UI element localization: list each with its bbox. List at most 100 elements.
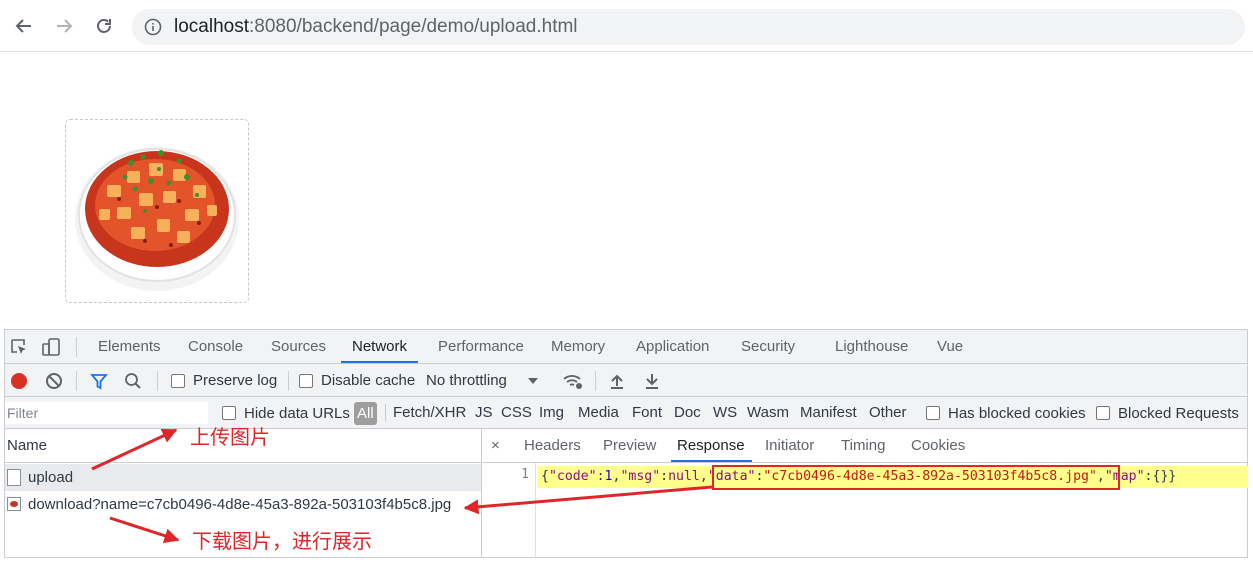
filter-type-other[interactable]: Other	[869, 397, 907, 429]
close-icon[interactable]: ×	[491, 429, 500, 463]
request-row-download[interactable]: download?name=c7cb0496-4d8e-45a3-892a-50…	[5, 491, 481, 518]
separator	[76, 337, 77, 357]
download-icon	[646, 373, 658, 389]
tab-performance[interactable]: Performance	[438, 330, 524, 363]
throttling-value: No throttling	[426, 372, 507, 389]
json-punctuation: {	[541, 469, 549, 484]
filter-type-manifest[interactable]: Manifest	[800, 397, 857, 429]
detail-tab-bar: × Headers Preview Response Initiator Tim…	[483, 429, 1248, 463]
filter-type-css[interactable]: CSS	[501, 397, 532, 429]
arrow-right-icon	[57, 19, 73, 33]
funnel-icon	[90, 373, 108, 389]
tab-timing[interactable]: Timing	[841, 429, 885, 462]
filter-type-media[interactable]: Media	[578, 397, 619, 429]
has-blocked-cookies-label: Has blocked cookies	[948, 404, 1086, 422]
separator	[595, 371, 596, 391]
filter-type-ws[interactable]: WS	[713, 397, 737, 429]
disable-cache-checkbox[interactable]: Disable cache	[299, 364, 415, 397]
record-icon	[11, 372, 27, 389]
disable-cache-label: Disable cache	[321, 372, 416, 389]
upload-icon	[611, 374, 623, 389]
record-button[interactable]	[10, 364, 28, 397]
device-toolbar-icon[interactable]	[41, 337, 61, 357]
devtools-tab-bar: Elements Console Sources Network Perform…	[5, 330, 1247, 364]
tab-elements[interactable]: Elements	[98, 330, 161, 363]
filter-type-doc[interactable]: Doc	[674, 397, 701, 429]
request-row-upload[interactable]: upload	[5, 464, 481, 491]
json-punctuation: }	[1168, 469, 1177, 484]
checkbox-box[interactable]	[1096, 406, 1110, 420]
address-bar[interactable]: localhost:8080/backend/page/demo/upload.…	[132, 9, 1245, 45]
json-literal: null	[668, 469, 700, 484]
filter-type-js[interactable]: JS	[475, 397, 493, 429]
filter-type-font[interactable]: Font	[632, 397, 662, 429]
filter-type-all[interactable]: All	[354, 402, 377, 425]
inspect-element-icon[interactable]	[9, 337, 29, 357]
page-content	[0, 52, 1253, 329]
import-har-button[interactable]	[609, 364, 625, 397]
json-punctuation: :	[1144, 469, 1153, 484]
clear-button[interactable]	[45, 364, 63, 397]
network-conditions-button[interactable]	[562, 364, 584, 397]
separator	[385, 404, 386, 422]
tab-lighthouse[interactable]: Lighthouse	[835, 330, 908, 363]
preserve-log-checkbox[interactable]: Preserve log	[171, 364, 277, 397]
back-button[interactable]	[11, 13, 37, 39]
image-upload-box[interactable]	[65, 119, 249, 303]
checkbox-box[interactable]	[299, 373, 313, 388]
separator	[157, 371, 158, 391]
throttling-select[interactable]: No throttling	[426, 364, 539, 397]
filter-type-wasm[interactable]: Wasm	[747, 397, 789, 429]
tab-memory[interactable]: Memory	[551, 330, 605, 363]
network-toolbar: Preserve log Disable cache No throttling	[5, 364, 1247, 397]
reload-button[interactable]	[91, 13, 117, 39]
checkbox-box[interactable]	[222, 406, 236, 420]
url-text: localhost:8080/backend/page/demo/upload.…	[174, 16, 578, 38]
json-punctuation: ,	[699, 469, 708, 484]
tab-preview[interactable]: Preview	[603, 429, 656, 462]
download-annotation: 下载图片，进行展示	[192, 529, 372, 553]
tab-cookies[interactable]: Cookies	[911, 429, 965, 462]
tab-vue[interactable]: Vue	[937, 330, 963, 363]
json-punctuation: :	[596, 469, 605, 484]
url-host: localhost	[174, 16, 249, 37]
has-blocked-cookies-checkbox[interactable]: Has blocked cookies	[926, 397, 1086, 429]
checkbox-box[interactable]	[926, 406, 940, 420]
forward-button[interactable]	[51, 13, 77, 39]
blocked-requests-checkbox[interactable]: Blocked Requests	[1096, 397, 1239, 429]
url-path: :8080/backend/page/demo/upload.html	[249, 16, 578, 37]
tab-application[interactable]: Application	[636, 330, 709, 363]
search-button[interactable]	[124, 364, 142, 397]
filter-input[interactable]: Filter	[5, 402, 208, 424]
filter-type-fetch-xhr[interactable]: Fetch/XHR	[393, 397, 466, 429]
tab-network[interactable]: Network	[341, 330, 419, 363]
arrow-left-icon	[15, 19, 31, 33]
wifi-settings-icon	[563, 374, 582, 389]
uploaded-dish-image	[75, 147, 239, 291]
tab-sources[interactable]: Sources	[271, 330, 326, 363]
filter-toggle-button[interactable]	[90, 364, 108, 397]
checkbox-box[interactable]	[171, 373, 185, 388]
tab-headers[interactable]: Headers	[524, 429, 581, 462]
export-har-button[interactable]	[644, 364, 660, 397]
dropdown-arrow-icon	[527, 377, 538, 384]
reload-icon	[97, 19, 111, 33]
upload-annotation: 上传图片	[190, 425, 270, 449]
tab-security[interactable]: Security	[741, 330, 795, 363]
separator	[288, 371, 289, 391]
search-icon	[125, 372, 141, 389]
json-number: 1	[604, 469, 613, 484]
line-number-gutter: 1	[483, 463, 536, 558]
image-file-icon	[7, 496, 21, 513]
preserve-log-label: Preserve log	[193, 372, 278, 389]
tab-console[interactable]: Console	[188, 330, 243, 363]
tab-response[interactable]: Response	[671, 429, 752, 462]
hide-data-urls-label: Hide data URLs	[244, 404, 350, 422]
filter-type-img[interactable]: Img	[539, 397, 564, 429]
document-icon	[7, 469, 21, 486]
separator	[76, 371, 77, 391]
request-detail-pane: × Headers Preview Response Initiator Tim…	[483, 429, 1248, 558]
blocked-requests-label: Blocked Requests	[1118, 404, 1239, 422]
info-icon[interactable]	[144, 18, 162, 36]
tab-initiator[interactable]: Initiator	[765, 429, 814, 462]
